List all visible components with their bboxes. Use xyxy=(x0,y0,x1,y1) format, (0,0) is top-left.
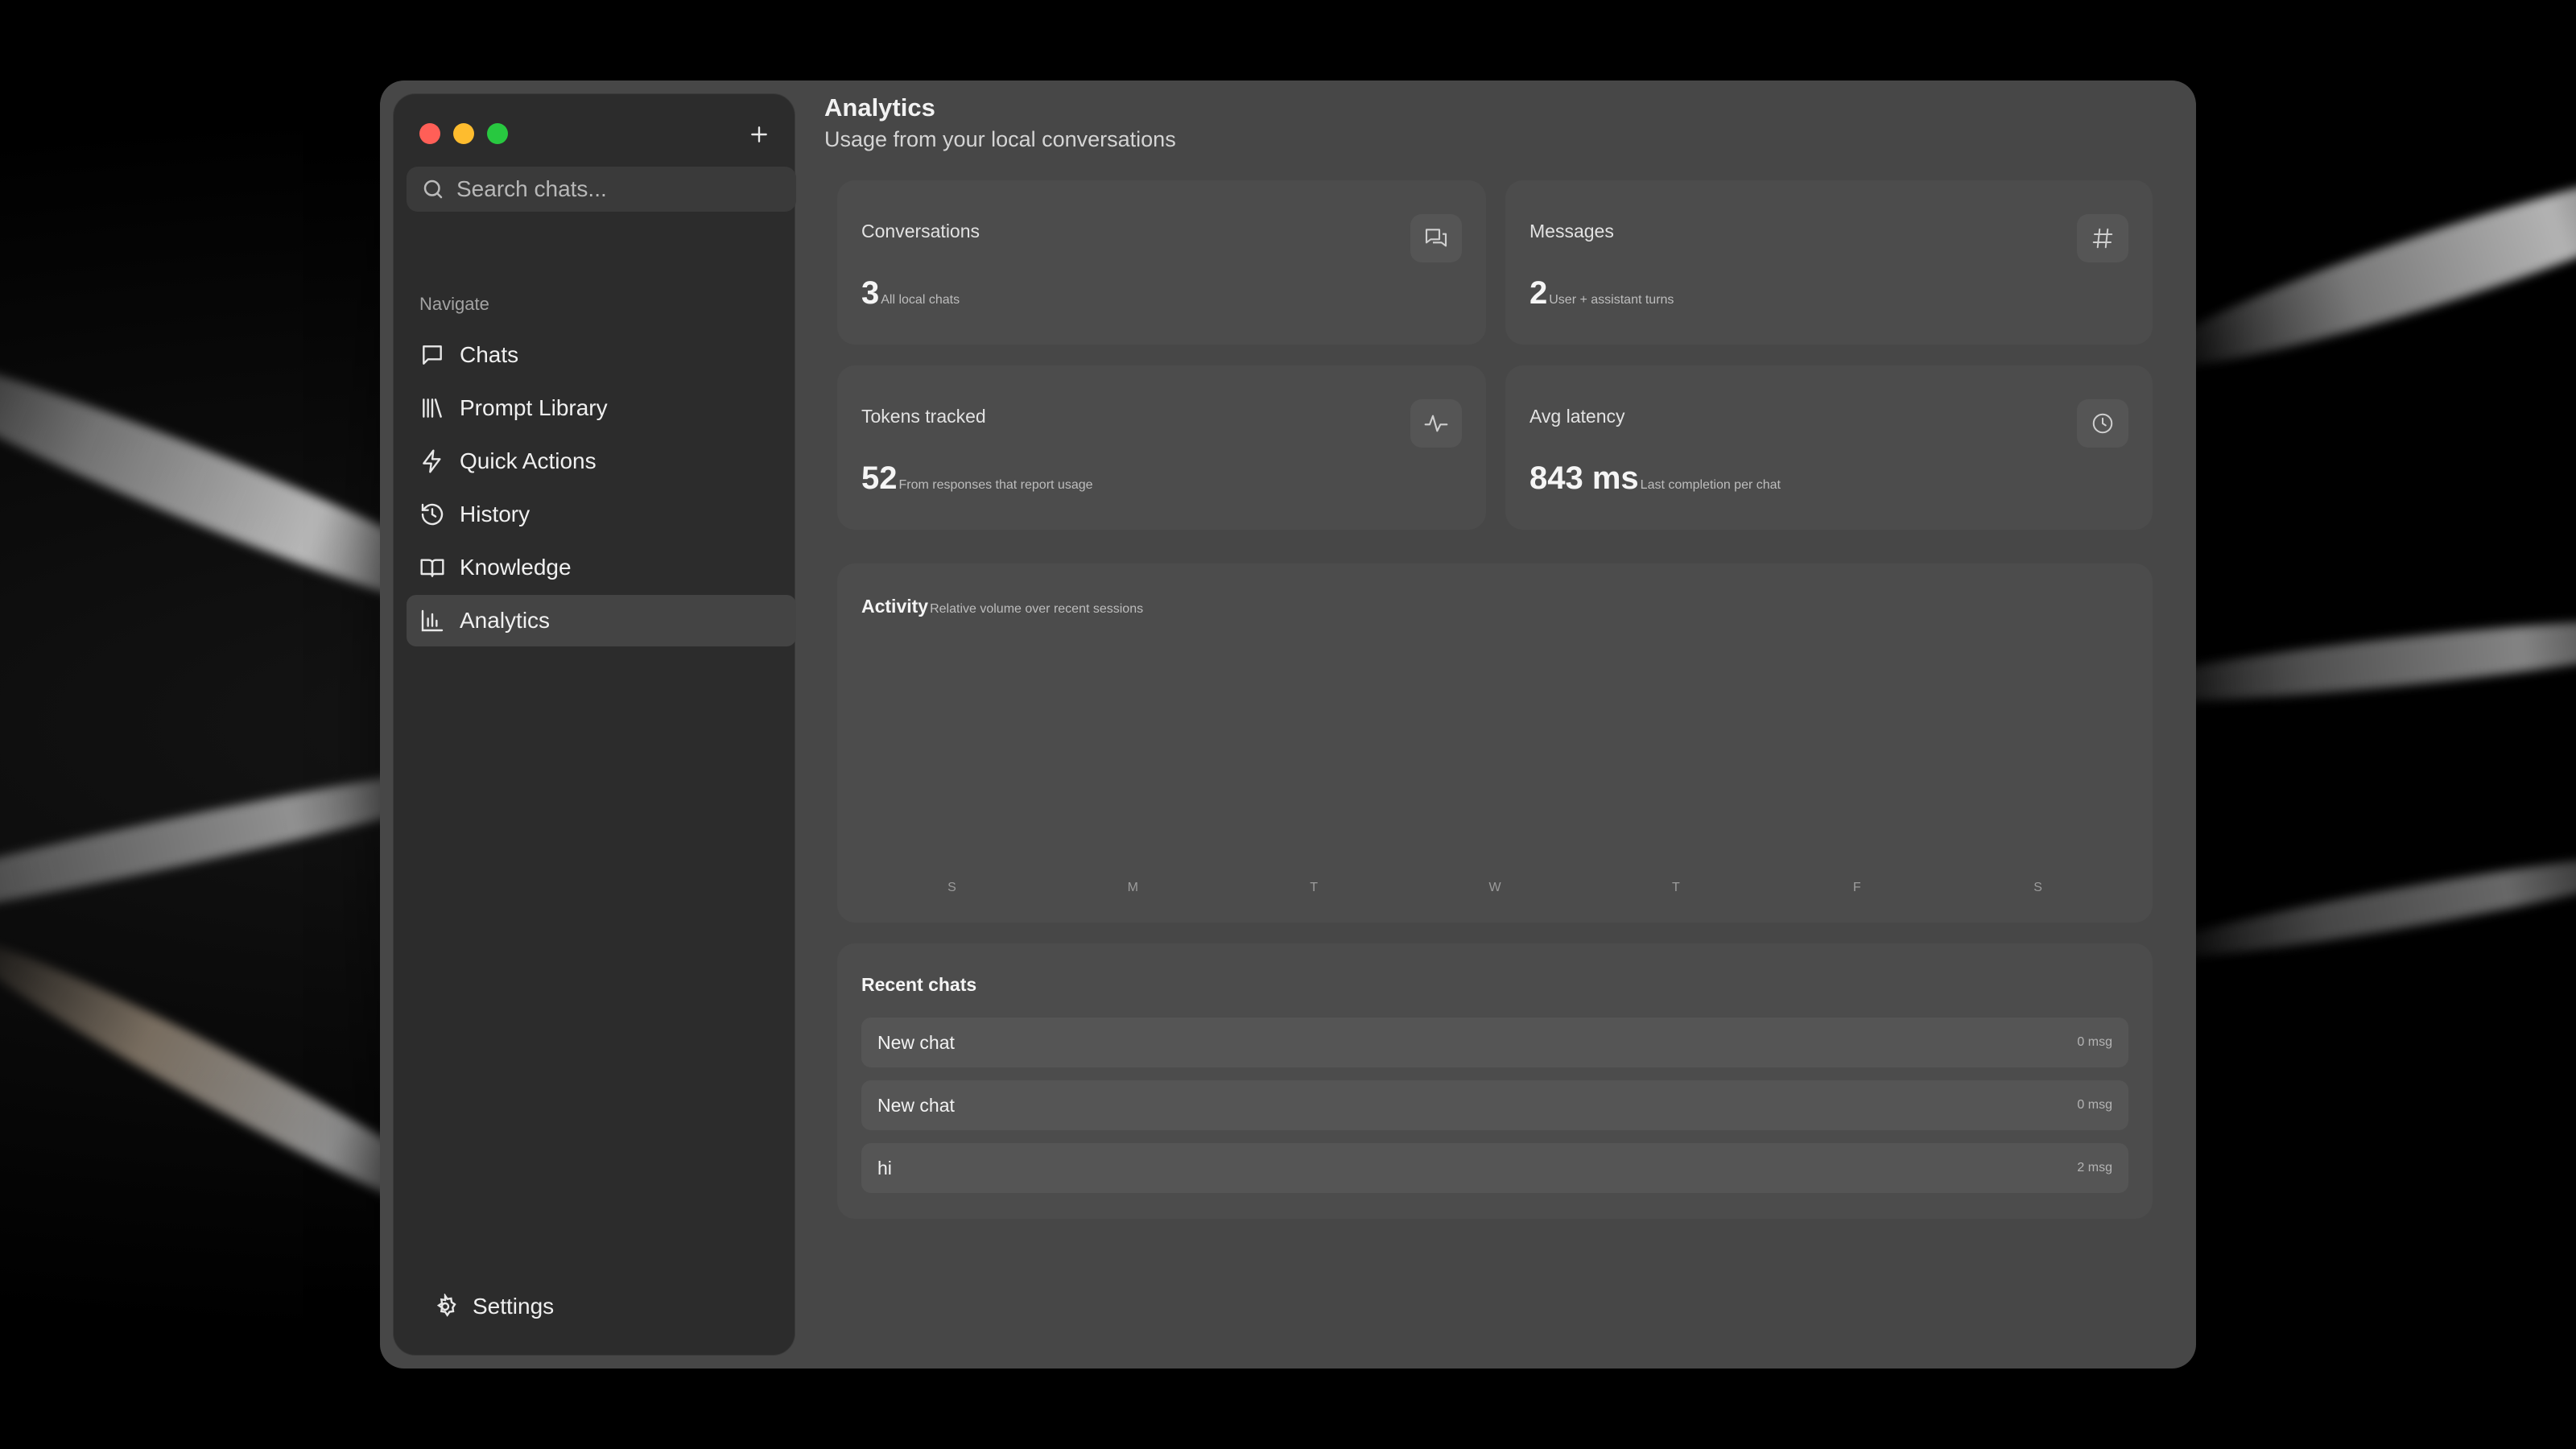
page-title: Analytics xyxy=(824,93,935,122)
recent-chat-count: 0 msg xyxy=(2077,1098,2112,1112)
sidebar-item-analytics[interactable]: Analytics xyxy=(407,595,796,646)
activity-day-labels: S M T W T F S xyxy=(861,881,2128,895)
minimize-window-button[interactable] xyxy=(453,123,474,144)
recent-chat-count: 2 msg xyxy=(2077,1161,2112,1174)
sidebar-item-label: Chats xyxy=(460,342,519,367)
sidebar-item-prompt-library[interactable]: Prompt Library xyxy=(407,382,796,434)
bar-chart-icon xyxy=(421,609,444,632)
stat-note: Last completion per chat xyxy=(1640,478,1781,492)
recent-chats-title: Recent chats xyxy=(861,974,977,995)
search-icon xyxy=(423,180,443,199)
stat-card-messages: Messages 2 User + assistant turns xyxy=(1505,180,2153,345)
day-label: T xyxy=(1671,881,1680,894)
stat-note: User + assistant turns xyxy=(1549,293,1674,307)
stat-card-latency: Avg latency 843 ms Last completion per c… xyxy=(1505,365,2153,530)
stat-label: Conversations xyxy=(861,221,980,242)
clock-icon xyxy=(2077,399,2128,448)
pulse-icon xyxy=(1410,399,1462,448)
sidebar-item-label: History xyxy=(460,502,530,526)
library-icon xyxy=(423,398,442,418)
recent-chats-card: Recent chats New chat 0 msg New chat 0 m… xyxy=(837,943,2153,1219)
lightning-icon xyxy=(423,449,441,473)
chats-icon xyxy=(1410,214,1462,262)
navigate-section-label: Navigate xyxy=(419,294,489,314)
stat-card-tokens: Tokens tracked 52 From responses that re… xyxy=(837,365,1486,530)
activity-card: Activity Relative volume over recent ses… xyxy=(837,564,2153,923)
activity-heading: Activity Relative volume over recent ses… xyxy=(861,596,1143,617)
recent-chat-row[interactable]: New chat 0 msg xyxy=(861,1018,2128,1067)
sidebar: Navigate Chats Prompt Library Quick Acti… xyxy=(393,93,796,1356)
book-icon xyxy=(420,559,444,577)
page-subtitle: Usage from your local conversations xyxy=(824,127,1176,151)
day-label: T xyxy=(1310,881,1319,894)
gear-icon xyxy=(436,1294,456,1317)
stat-number: 3 xyxy=(861,275,880,311)
day-label: W xyxy=(1488,881,1501,894)
recent-chat-name: New chat xyxy=(877,1031,955,1053)
recent-chat-count: 0 msg xyxy=(2077,1035,2112,1049)
stat-value: 2 User + assistant turns xyxy=(1530,275,1674,312)
search-box xyxy=(407,167,796,212)
sidebar-item-knowledge[interactable]: Knowledge xyxy=(407,542,796,593)
stat-card-conversations: Conversations 3 All local chats xyxy=(837,180,1486,345)
recent-chat-row[interactable]: New chat 0 msg xyxy=(861,1080,2128,1130)
stat-note: All local chats xyxy=(881,293,960,307)
new-chat-button[interactable] xyxy=(743,118,775,151)
hash-icon xyxy=(2077,214,2128,262)
activity-subtitle: Relative volume over recent sessions xyxy=(930,602,1144,616)
stat-value: 52 From responses that report usage xyxy=(861,460,1093,497)
app-window: Navigate Chats Prompt Library Quick Acti… xyxy=(380,80,2196,1368)
stat-number: 52 xyxy=(861,460,898,496)
stat-label: Messages xyxy=(1530,221,1614,242)
stat-number: 843 ms xyxy=(1530,460,1639,496)
maximize-window-button[interactable] xyxy=(487,123,508,144)
sidebar-item-label: Analytics xyxy=(460,608,551,633)
day-label: S xyxy=(2033,881,2042,894)
sidebar-item-label: Knowledge xyxy=(460,555,572,580)
settings-button[interactable]: Settings xyxy=(432,1281,554,1332)
recent-chats-list: New chat 0 msg New chat 0 msg hi 2 msg xyxy=(861,1018,2128,1206)
sidebar-item-label: Prompt Library xyxy=(460,395,608,420)
chat-bubble-icon xyxy=(423,345,442,365)
stat-note: From responses that report usage xyxy=(898,478,1093,492)
activity-title: Activity xyxy=(861,596,929,617)
day-label: S xyxy=(947,881,956,894)
sidebar-item-chats[interactable]: Chats xyxy=(407,329,796,381)
close-window-button[interactable] xyxy=(419,123,440,144)
search-input[interactable] xyxy=(456,176,796,202)
settings-label: Settings xyxy=(473,1294,555,1319)
recent-chat-row[interactable]: hi 2 msg xyxy=(861,1143,2128,1193)
plus-icon xyxy=(751,126,767,142)
sidebar-item-label: Quick Actions xyxy=(460,448,597,473)
stat-value: 843 ms Last completion per chat xyxy=(1530,460,1781,497)
stat-number: 2 xyxy=(1530,275,1548,311)
day-label: M xyxy=(1127,881,1138,894)
sidebar-nav: Chats Prompt Library Quick Actions Histo… xyxy=(407,329,796,648)
stat-value: 3 All local chats xyxy=(861,275,960,312)
recent-chat-name: New chat xyxy=(877,1094,955,1116)
window-controls xyxy=(419,123,508,144)
stat-label: Tokens tracked xyxy=(861,406,986,427)
sidebar-item-quick-actions[interactable]: Quick Actions xyxy=(407,436,796,487)
sidebar-item-history[interactable]: History xyxy=(407,489,796,540)
stat-label: Avg latency xyxy=(1530,406,1625,427)
history-icon xyxy=(421,503,444,526)
day-label: F xyxy=(1852,881,1861,894)
main-content: Analytics Usage from your local conversa… xyxy=(824,93,2164,1356)
recent-chat-name: hi xyxy=(877,1157,892,1179)
